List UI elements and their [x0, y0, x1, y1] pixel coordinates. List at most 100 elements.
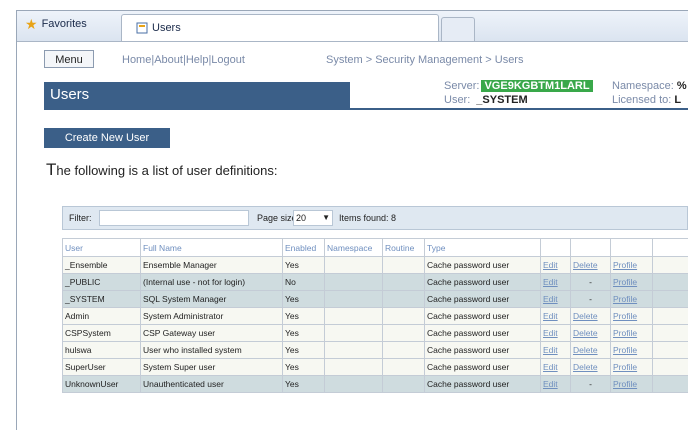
column-header-enabled[interactable]: Enabled — [282, 238, 325, 257]
cell-routine — [382, 358, 425, 376]
page-margin-top — [0, 0, 688, 10]
page-title: Users — [44, 82, 350, 108]
column-header-routine[interactable]: Routine — [382, 238, 425, 257]
browser-tab-users[interactable]: Users — [121, 14, 439, 41]
cell-full-name: (Internal use - not for login) — [140, 273, 283, 291]
favorites-label: Favorites — [41, 18, 87, 30]
cell-full-name: System Administrator — [140, 307, 283, 325]
cell-extra — [652, 358, 688, 376]
cell-namespace — [324, 290, 383, 308]
column-header-namespace[interactable]: Namespace — [324, 238, 383, 257]
logout-link[interactable]: Logout — [211, 54, 245, 66]
profile-link[interactable]: Profile — [610, 256, 653, 274]
cell-namespace — [324, 375, 383, 393]
licensed-row: Licensed to: L — [612, 94, 681, 106]
cell-full-name: CSP Gateway user — [140, 324, 283, 342]
profile-link[interactable]: Profile — [610, 375, 653, 393]
table-body: _Ensemble Ensemble Manager Yes Cache passwo… — [62, 256, 688, 393]
edit-link[interactable]: Edit — [540, 375, 571, 393]
filter-bar: Filter: Page size: 20 ▼ Items found: 8 — [62, 206, 688, 230]
menu-button[interactable]: Menu — [44, 50, 94, 68]
help-link[interactable]: Help — [186, 54, 209, 66]
page-size-select[interactable]: 20 ▼ — [293, 210, 333, 226]
cell-full-name: User who installed system — [140, 341, 283, 359]
title-divider — [44, 108, 688, 110]
table-row: SuperUser System Super user Yes Cache passw… — [62, 358, 688, 376]
cell-type: Cache password user — [424, 273, 541, 291]
filter-input[interactable] — [99, 210, 249, 226]
cell-user: SuperUser — [62, 358, 141, 376]
cell-routine — [382, 307, 425, 325]
page-size-value: 20 — [296, 213, 307, 223]
edit-link[interactable]: Edit — [540, 341, 571, 359]
server-row: Server: VGE9KGBTM1LARL — [444, 80, 593, 92]
user-row: User: _SYSTEM — [444, 94, 528, 106]
edit-link[interactable]: Edit — [540, 273, 571, 291]
cell-extra — [652, 273, 688, 291]
cell-user: Admin — [62, 307, 141, 325]
edit-link[interactable]: Edit — [540, 324, 571, 342]
cell-extra — [652, 341, 688, 359]
delete-link[interactable]: Delete — [570, 358, 611, 376]
cell-type: Cache password user — [424, 375, 541, 393]
cell-full-name: Ensemble Manager — [140, 256, 283, 274]
cell-routine — [382, 324, 425, 342]
home-link[interactable]: Home — [122, 54, 151, 66]
favorites-button[interactable]: ★ Favorites — [25, 17, 87, 31]
profile-link[interactable]: Profile — [610, 324, 653, 342]
profile-link[interactable]: Profile — [610, 358, 653, 376]
column-header-type[interactable]: Type — [424, 238, 541, 257]
column-header-extra — [652, 238, 688, 257]
server-value: VGE9KGBTM1LARL — [481, 80, 593, 92]
profile-link[interactable]: Profile — [610, 273, 653, 291]
cell-routine — [382, 273, 425, 291]
edit-link[interactable]: Edit — [540, 290, 571, 308]
delete-link[interactable]: Delete — [570, 307, 611, 325]
column-header-delete — [570, 238, 611, 257]
profile-link[interactable]: Profile — [610, 307, 653, 325]
cell-type: Cache password user — [424, 256, 541, 274]
user-label: User: — [444, 94, 471, 106]
licensed-label: Licensed to: — [612, 94, 672, 106]
cell-routine — [382, 375, 425, 393]
items-found: Items found: 8 — [339, 213, 397, 223]
cell-full-name: Unauthenticated user — [140, 375, 283, 393]
breadcrumb: System > Security Management > Users — [326, 54, 524, 66]
column-header-user[interactable]: User — [62, 238, 141, 257]
column-header-full-name[interactable]: Full Name — [140, 238, 283, 257]
edit-link[interactable]: Edit — [540, 256, 571, 274]
delete-link[interactable]: Delete — [570, 256, 611, 274]
intro-first-letter: T — [46, 160, 57, 179]
table-row: _PUBLIC (Internal use - not for login) No C… — [62, 273, 688, 291]
cell-enabled: Yes — [282, 307, 325, 325]
table-row: _Ensemble Ensemble Manager Yes Cache passwo… — [62, 256, 688, 274]
cell-extra — [652, 307, 688, 325]
cell-namespace — [324, 341, 383, 359]
cell-type: Cache password user — [424, 324, 541, 342]
cell-user: _Ensemble — [62, 256, 141, 274]
intro-text: The following is a list of user definiti… — [46, 160, 278, 180]
cell-enabled: Yes — [282, 358, 325, 376]
edit-link[interactable]: Edit — [540, 358, 571, 376]
delete-link: - — [570, 290, 611, 308]
cell-enabled: Yes — [282, 256, 325, 274]
dropdown-arrow-icon: ▼ — [322, 213, 330, 222]
create-new-user-button[interactable]: Create New User — [44, 128, 170, 148]
cell-user: _SYSTEM — [62, 290, 141, 308]
tab-title: Users — [152, 22, 181, 34]
cell-type: Cache password user — [424, 290, 541, 308]
delete-link[interactable]: Delete — [570, 341, 611, 359]
profile-link[interactable]: Profile — [610, 290, 653, 308]
about-link[interactable]: About — [154, 54, 183, 66]
cell-enabled: Yes — [282, 290, 325, 308]
cell-namespace — [324, 324, 383, 342]
cell-namespace — [324, 273, 383, 291]
edit-link[interactable]: Edit — [540, 307, 571, 325]
profile-link[interactable]: Profile — [610, 341, 653, 359]
cell-routine — [382, 290, 425, 308]
cell-type: Cache password user — [424, 358, 541, 376]
cell-extra — [652, 375, 688, 393]
delete-link[interactable]: Delete — [570, 324, 611, 342]
new-tab-button[interactable] — [441, 17, 475, 41]
table-row: CSPSystem CSP Gateway user Yes Cache passwo… — [62, 324, 688, 342]
